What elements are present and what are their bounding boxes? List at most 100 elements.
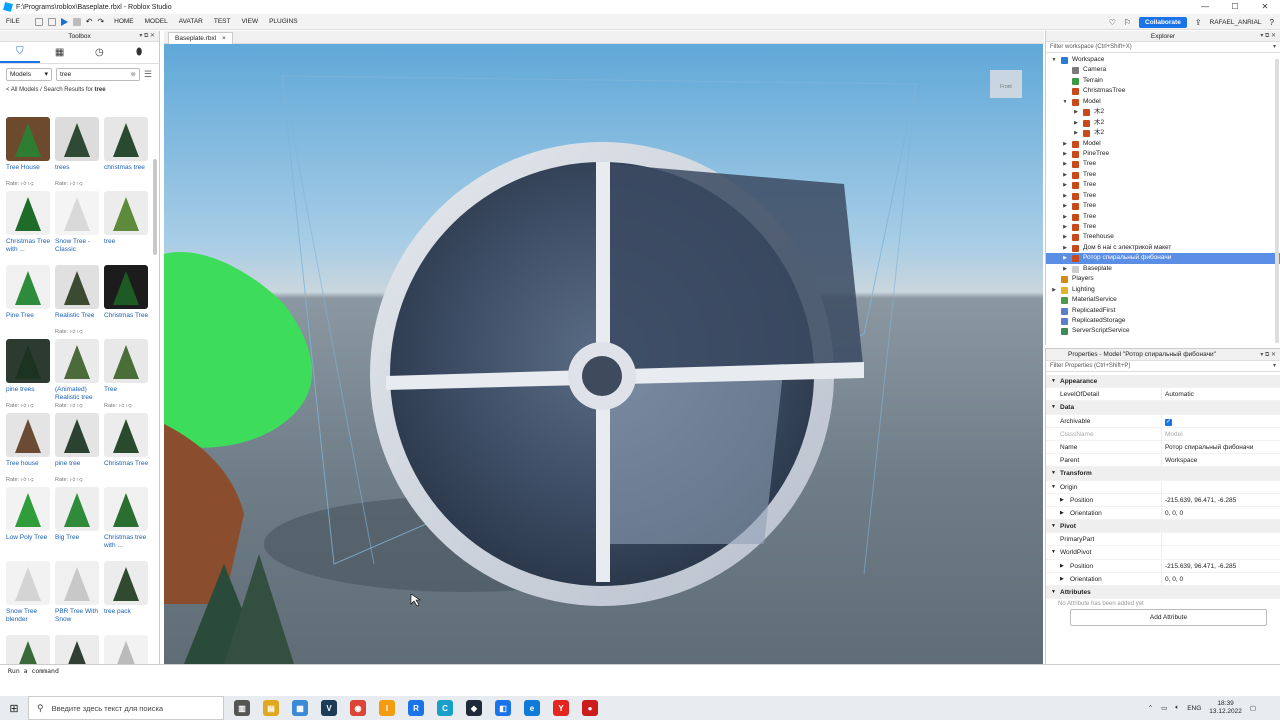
expand-arrow-icon[interactable]: ▼ <box>1051 467 1056 480</box>
toolbox-item-thumbnail[interactable] <box>104 413 148 457</box>
expand-arrow-icon[interactable]: ▶ <box>1060 560 1064 573</box>
menu-home[interactable]: HOME <box>114 18 134 25</box>
toolbox-item[interactable]: Christmas tree with ... <box>104 487 152 561</box>
toolbox-item-thumbnail[interactable] <box>6 487 50 531</box>
property-row[interactable]: Parent Workspace <box>1046 454 1280 468</box>
network-icon[interactable]: ▭ <box>1161 704 1167 712</box>
toolbox-item[interactable]: Pine Tree <box>6 265 54 339</box>
toolbox-item[interactable]: trees Rate: 👍︎ 👎︎ <box>55 117 103 191</box>
expand-arrow-icon[interactable]: ▶ <box>1061 159 1069 169</box>
expand-arrow-icon[interactable]: ▶ <box>1072 107 1080 117</box>
explorer-row[interactable]: ▶ Lighting <box>1046 285 1280 295</box>
explorer-row[interactable]: Camera <box>1046 65 1280 75</box>
explorer-row[interactable]: ▶ Tree <box>1046 159 1280 169</box>
toolbox-item-thumbnail[interactable] <box>6 117 50 161</box>
play-icon[interactable] <box>60 17 68 26</box>
tab-creations[interactable]: ⬮ <box>119 42 159 63</box>
toolbox-item-thumbnail[interactable] <box>55 117 99 161</box>
property-row[interactable]: Name Ротор спиральный фибоначи <box>1046 440 1280 455</box>
expand-arrow-icon[interactable]: ▼ <box>1051 546 1056 559</box>
toolbox-item-thumbnail[interactable] <box>104 635 148 664</box>
panel-controls-icon[interactable]: ▾ ⧉ ✕ <box>1260 31 1276 42</box>
explorer-row[interactable]: Terrain <box>1046 76 1280 86</box>
windows-start-icon[interactable]: ⊞ <box>0 702 28 715</box>
toolbox-item-thumbnail[interactable] <box>55 561 99 605</box>
toolbox-item[interactable]: Christmas Tree with ... <box>6 191 54 265</box>
expand-arrow-icon[interactable]: ▼ <box>1051 481 1056 494</box>
notification-center-icon[interactable]: ▢ <box>1250 704 1256 712</box>
thumbs-down-icon[interactable]: 👎︎ <box>75 477 83 483</box>
explorer-row[interactable]: ▶ Ротор спиральный фибоначи <box>1046 253 1280 264</box>
tray-chevron-icon[interactable]: ⌃ <box>1148 704 1153 712</box>
toolbox-item-label[interactable]: Tree house <box>6 460 54 476</box>
clear-search-icon[interactable]: ⊗ <box>131 69 136 80</box>
property-category[interactable]: ▼ Transform <box>1046 467 1280 481</box>
explorer-row[interactable]: ServerScriptService <box>1046 326 1280 336</box>
toolbox-item-label[interactable]: pine trees <box>6 386 54 402</box>
property-value[interactable]: -215.639, 96.471, -6.285 <box>1165 494 1236 507</box>
property-category[interactable]: ▼ Appearance <box>1046 375 1280 389</box>
toolbox-item-thumbnail[interactable] <box>6 561 50 605</box>
property-row[interactable]: ClassName Model <box>1046 427 1280 441</box>
toolbox-item-thumbnail[interactable] <box>104 487 148 531</box>
taskbar-app-icon[interactable]: ▤ <box>263 700 279 716</box>
property-value[interactable]: 0, 0, 0 <box>1165 573 1183 586</box>
expand-arrow-icon[interactable]: ▶ <box>1072 118 1080 128</box>
panel-controls-icon[interactable]: ▾ ⧉ ✕ <box>139 31 155 42</box>
toolbox-item-thumbnail[interactable] <box>104 339 148 383</box>
toolbox-item-thumbnail[interactable] <box>55 191 99 235</box>
toolbox-item-label[interactable]: (Animated) Realistic tree <box>55 386 103 402</box>
toolbox-item[interactable]: Tree house Rate: 👍︎ 👎︎ <box>6 413 54 487</box>
undo-icon[interactable]: ↶ <box>86 17 93 26</box>
explorer-row[interactable]: ChristmasTree <box>1046 86 1280 96</box>
explorer-row[interactable]: ▶ Baseplate <box>1046 264 1280 274</box>
expand-arrow-icon[interactable]: ▼ <box>1051 586 1056 599</box>
menu-model[interactable]: MODEL <box>145 18 168 25</box>
property-row[interactable]: LevelOfDetail Automatic <box>1046 388 1280 402</box>
toolbox-item-thumbnail[interactable] <box>104 117 148 161</box>
property-value[interactable]: -215.639, 96.471, -6.285 <box>1165 560 1236 573</box>
explorer-row[interactable]: ▶ Tree <box>1046 212 1280 222</box>
property-row[interactable]: PrimaryPart <box>1046 533 1280 547</box>
toolbox-scrollbar[interactable] <box>153 159 157 255</box>
toolbox-item-label[interactable]: Pine Tree <box>6 312 54 328</box>
expand-arrow-icon[interactable]: ▶ <box>1061 201 1069 211</box>
thumbs-down-icon[interactable]: 👎︎ <box>26 181 34 187</box>
collaborate-button[interactable]: Collaborate <box>1139 16 1187 28</box>
share-icon[interactable]: ⇪ <box>1195 18 1202 27</box>
save-icon[interactable] <box>47 17 56 26</box>
toolbox-item-label[interactable]: Low Poly Tree <box>6 534 54 550</box>
property-value[interactable]: Model <box>1165 428 1183 441</box>
property-row[interactable]: ▶ Position -215.639, 96.471, -6.285 <box>1046 559 1280 573</box>
minimize-button[interactable]: — <box>1190 0 1220 14</box>
toolbox-item-thumbnail[interactable] <box>6 413 50 457</box>
toolbox-item-label[interactable]: christmas tree <box>104 164 152 180</box>
toolbox-item-label[interactable]: Christmas Tree <box>104 460 152 476</box>
expand-arrow-icon[interactable]: ▶ <box>1061 139 1069 149</box>
toolbox-item-label[interactable]: Snow Tree - Classic <box>55 238 103 254</box>
explorer-row[interactable]: ▼ Workspace <box>1046 55 1280 65</box>
explorer-row[interactable]: ▶ Tree <box>1046 191 1280 201</box>
expand-arrow-icon[interactable]: ▶ <box>1061 212 1069 222</box>
explorer-row[interactable]: ▼ Model <box>1046 97 1280 107</box>
expand-arrow-icon[interactable]: ▼ <box>1061 97 1069 107</box>
3d-viewport[interactable]: Front <box>164 44 1043 664</box>
checkbox-checked-icon[interactable]: ✓ <box>1165 418 1172 426</box>
toolbox-item-label[interactable]: tree <box>104 238 152 254</box>
expand-arrow-icon[interactable]: ▶ <box>1061 253 1069 263</box>
toolbox-item-label[interactable]: Realistic Tree <box>55 312 103 328</box>
filter-dropdown-icon[interactable]: ▾ <box>1273 361 1276 372</box>
taskbar-app-icon[interactable]: Y <box>553 700 569 716</box>
heart-icon[interactable]: ♡ <box>1109 18 1116 27</box>
toolbox-item-thumbnail[interactable] <box>6 635 50 664</box>
maximize-button[interactable]: ☐ <box>1220 0 1250 14</box>
close-window-button[interactable]: ✕ <box>1250 0 1280 14</box>
taskbar-app-icon[interactable]: ▥ <box>234 700 250 716</box>
toolbox-item[interactable] <box>55 635 103 664</box>
tab-marketplace[interactable]: ▦ <box>40 42 80 63</box>
panel-controls-icon[interactable]: ▾ ⧉ ✕ <box>1260 349 1276 361</box>
clock[interactable]: 18:39 13.12.2022 <box>1209 700 1242 716</box>
toolbox-item-thumbnail[interactable] <box>6 191 50 235</box>
redo-icon[interactable]: ↷ <box>97 17 104 26</box>
toolbox-search-input[interactable]: tree ⊗ <box>56 68 140 81</box>
